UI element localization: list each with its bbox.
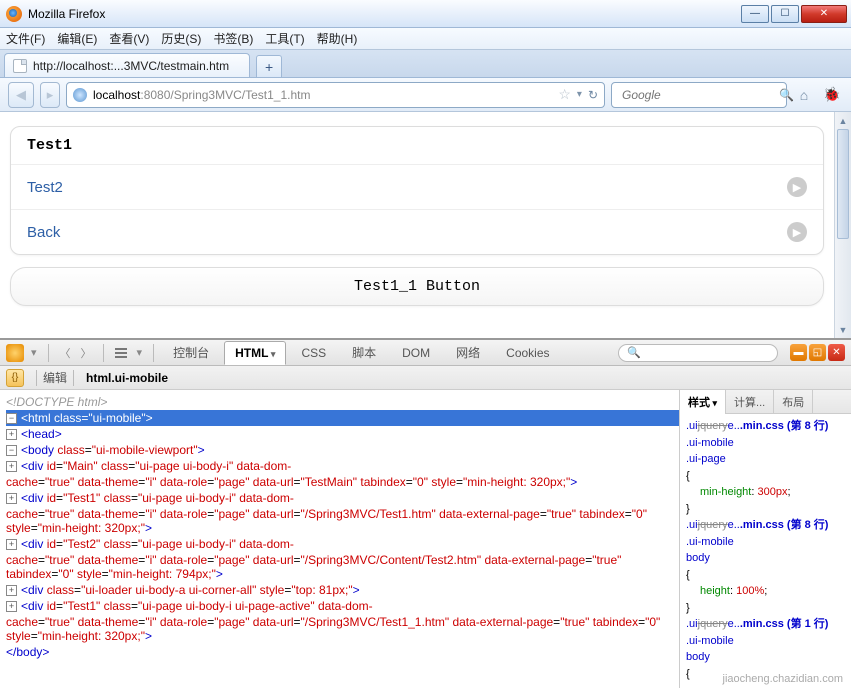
new-tab-button[interactable]: +: [256, 55, 282, 77]
tab-script[interactable]: 脚本: [341, 339, 387, 366]
code-line: <!DOCTYPE html>: [6, 395, 107, 409]
firebug-side-panel: 样式 计算... 布局 .uijquerye...min.css (第 8 行)…: [679, 390, 851, 688]
code-line[interactable]: −<body class="ui-mobile-viewport">: [6, 442, 679, 458]
menu-tools[interactable]: 工具(T): [265, 30, 304, 47]
code-line[interactable]: +<div id="Test1" class="ui-page ui-body-…: [6, 598, 679, 614]
html-tree[interactable]: <!DOCTYPE html> −<html class="ui-mobile"…: [0, 390, 679, 688]
code-line[interactable]: +<head>: [6, 426, 679, 442]
side-tab-computed[interactable]: 计算...: [726, 390, 774, 414]
scroll-thumb[interactable]: [837, 129, 849, 239]
side-tab-layout[interactable]: 布局: [774, 390, 813, 414]
panel-menu-icon[interactable]: [112, 345, 130, 361]
code-line: cache="true" data-theme="i" data-role="p…: [6, 552, 679, 582]
list-item-label: Test2: [27, 179, 63, 196]
tab-net[interactable]: 网络: [445, 339, 491, 366]
menu-bookmarks[interactable]: 书签(B): [213, 30, 253, 47]
nav-prev-icon[interactable]: 〈: [57, 345, 74, 361]
bookmark-star-icon[interactable]: ☆: [558, 86, 571, 103]
nav-next-icon[interactable]: 〉: [78, 345, 95, 361]
search-input[interactable]: [622, 88, 779, 102]
code-line: cache="true" data-theme="i" data-role="p…: [6, 506, 679, 536]
menu-bar: 文件(F) 编辑(E) 查看(V) 历史(S) 书签(B) 工具(T) 帮助(H…: [0, 28, 851, 50]
firebug-toolbar: ▾ 〈 〉 ▾ 控制台 HTML CSS 脚本 DOM 网络 Cookies 🔍…: [0, 340, 851, 366]
url-bar[interactable]: localhost:8080/Spring3MVC/Test1_1.htm ☆ …: [66, 82, 605, 108]
scroll-down-icon[interactable]: ▼: [835, 321, 851, 338]
page-scrollbar[interactable]: ▲ ▼: [834, 112, 851, 338]
home-button[interactable]: ⌂: [793, 84, 815, 106]
css-property[interactable]: min-height: [700, 486, 751, 498]
menu-edit[interactable]: 编辑(E): [57, 30, 97, 47]
firebug-minimize-button[interactable]: ▬: [790, 344, 807, 361]
tab-active[interactable]: http://localhost:...3MVC/testmain.htm: [4, 53, 250, 77]
list-item-test2[interactable]: Test2 ▶: [11, 165, 823, 210]
scroll-up-icon[interactable]: ▲: [835, 112, 851, 129]
menu-help[interactable]: 帮助(H): [317, 30, 358, 47]
tab-cookies[interactable]: Cookies: [495, 341, 560, 365]
firefox-icon: [6, 6, 22, 22]
code-line[interactable]: +<div id="Test2" class="ui-page ui-body-…: [6, 536, 679, 552]
chevron-right-icon: ▶: [787, 177, 807, 197]
forward-button[interactable]: ▸: [40, 82, 60, 108]
css-source[interactable]: .uijquerye...min.css (第 8 行): [686, 517, 845, 534]
firebug-icon[interactable]: [6, 344, 24, 362]
code-line-selected[interactable]: −<html class="ui-mobile">: [6, 410, 679, 426]
chevron-right-icon: ▶: [787, 222, 807, 242]
code-line[interactable]: +<div id="Test1" class="ui-page ui-body-…: [6, 490, 679, 506]
css-source[interactable]: .uijquerye...min.css (第 8 行): [686, 418, 845, 435]
css-selector: .ui-page: [686, 453, 726, 465]
minimize-button[interactable]: —: [741, 5, 769, 23]
close-button[interactable]: ✕: [801, 5, 847, 23]
tab-title: http://localhost:...3MVC/testmain.htm: [33, 59, 229, 73]
search-icon: 🔍: [627, 346, 641, 359]
page-viewport: Test1 Test2 ▶ Back ▶ Test1_1 Button ▲ ▼: [0, 112, 851, 338]
side-tab-style[interactable]: 样式: [680, 390, 726, 414]
search-bar[interactable]: 🔍: [611, 82, 787, 108]
nav-toolbar: ◀ ▸ localhost:8080/Spring3MVC/Test1_1.ht…: [0, 78, 851, 112]
back-button[interactable]: ◀: [8, 82, 34, 108]
firebug-breadcrumb: {} 编辑 html.ui-mobile: [0, 366, 851, 390]
list-item-back[interactable]: Back ▶: [11, 210, 823, 254]
window-title: Mozilla Firefox: [28, 7, 105, 21]
list-item-label: Back: [27, 224, 60, 241]
inspect-icon[interactable]: {}: [6, 369, 24, 387]
window-titlebar: Mozilla Firefox — ☐ ✕: [0, 0, 851, 28]
page-icon: [13, 59, 27, 73]
element-path[interactable]: html.ui-mobile: [86, 371, 168, 385]
menu-view[interactable]: 查看(V): [109, 30, 149, 47]
reload-icon[interactable]: ↻: [588, 88, 598, 102]
code-line[interactable]: +<div id="Main" class="ui-page ui-body-i…: [6, 458, 679, 474]
watermark: jiaocheng.chazidian.com: [723, 673, 843, 685]
firebug-toggle-button[interactable]: 🐞: [821, 84, 843, 106]
code-line[interactable]: +<div class="ui-loader ui-body-a ui-corn…: [6, 582, 679, 598]
url-text: localhost:8080/Spring3MVC/Test1_1.htm: [93, 88, 310, 102]
code-line: cache="true" data-theme="i" data-role="p…: [6, 614, 679, 644]
firebug-panel: ▾ 〈 〉 ▾ 控制台 HTML CSS 脚本 DOM 网络 Cookies 🔍…: [0, 338, 851, 688]
css-rules[interactable]: .uijquerye...min.css (第 8 行) .ui-mobile …: [680, 414, 851, 688]
code-line: </body>: [6, 644, 679, 660]
firebug-close-button[interactable]: ✕: [828, 344, 845, 361]
code-line: cache="true" data-theme="i" data-role="p…: [6, 474, 679, 490]
tab-html[interactable]: HTML: [224, 341, 286, 365]
css-source[interactable]: .uijquerye...min.css (第 1 行): [686, 616, 845, 633]
tab-console[interactable]: 控制台: [162, 339, 220, 366]
maximize-button[interactable]: ☐: [771, 5, 799, 23]
tab-css[interactable]: CSS: [290, 341, 337, 365]
url-dropdown-icon[interactable]: ▾: [577, 89, 582, 100]
css-selector: .ui-mobile: [686, 437, 734, 449]
edit-button[interactable]: 编辑: [43, 369, 67, 386]
firebug-popout-button[interactable]: ◱: [809, 344, 826, 361]
test1-1-button[interactable]: Test1_1 Button: [10, 267, 824, 306]
firebug-dropdown-icon[interactable]: ▾: [28, 346, 40, 359]
list-header: Test1: [11, 127, 823, 165]
menu-file[interactable]: 文件(F): [6, 30, 45, 47]
site-identity-icon: [73, 88, 87, 102]
firebug-search[interactable]: 🔍: [618, 344, 778, 362]
list-view: Test1 Test2 ▶ Back ▶: [10, 126, 824, 255]
css-property[interactable]: height: [700, 585, 730, 597]
panel-menu-dropdown-icon[interactable]: ▾: [134, 346, 146, 359]
tab-strip: http://localhost:...3MVC/testmain.htm +: [0, 50, 851, 78]
search-go-icon[interactable]: 🔍: [779, 88, 794, 102]
menu-history[interactable]: 历史(S): [161, 30, 201, 47]
tab-dom[interactable]: DOM: [391, 341, 441, 365]
